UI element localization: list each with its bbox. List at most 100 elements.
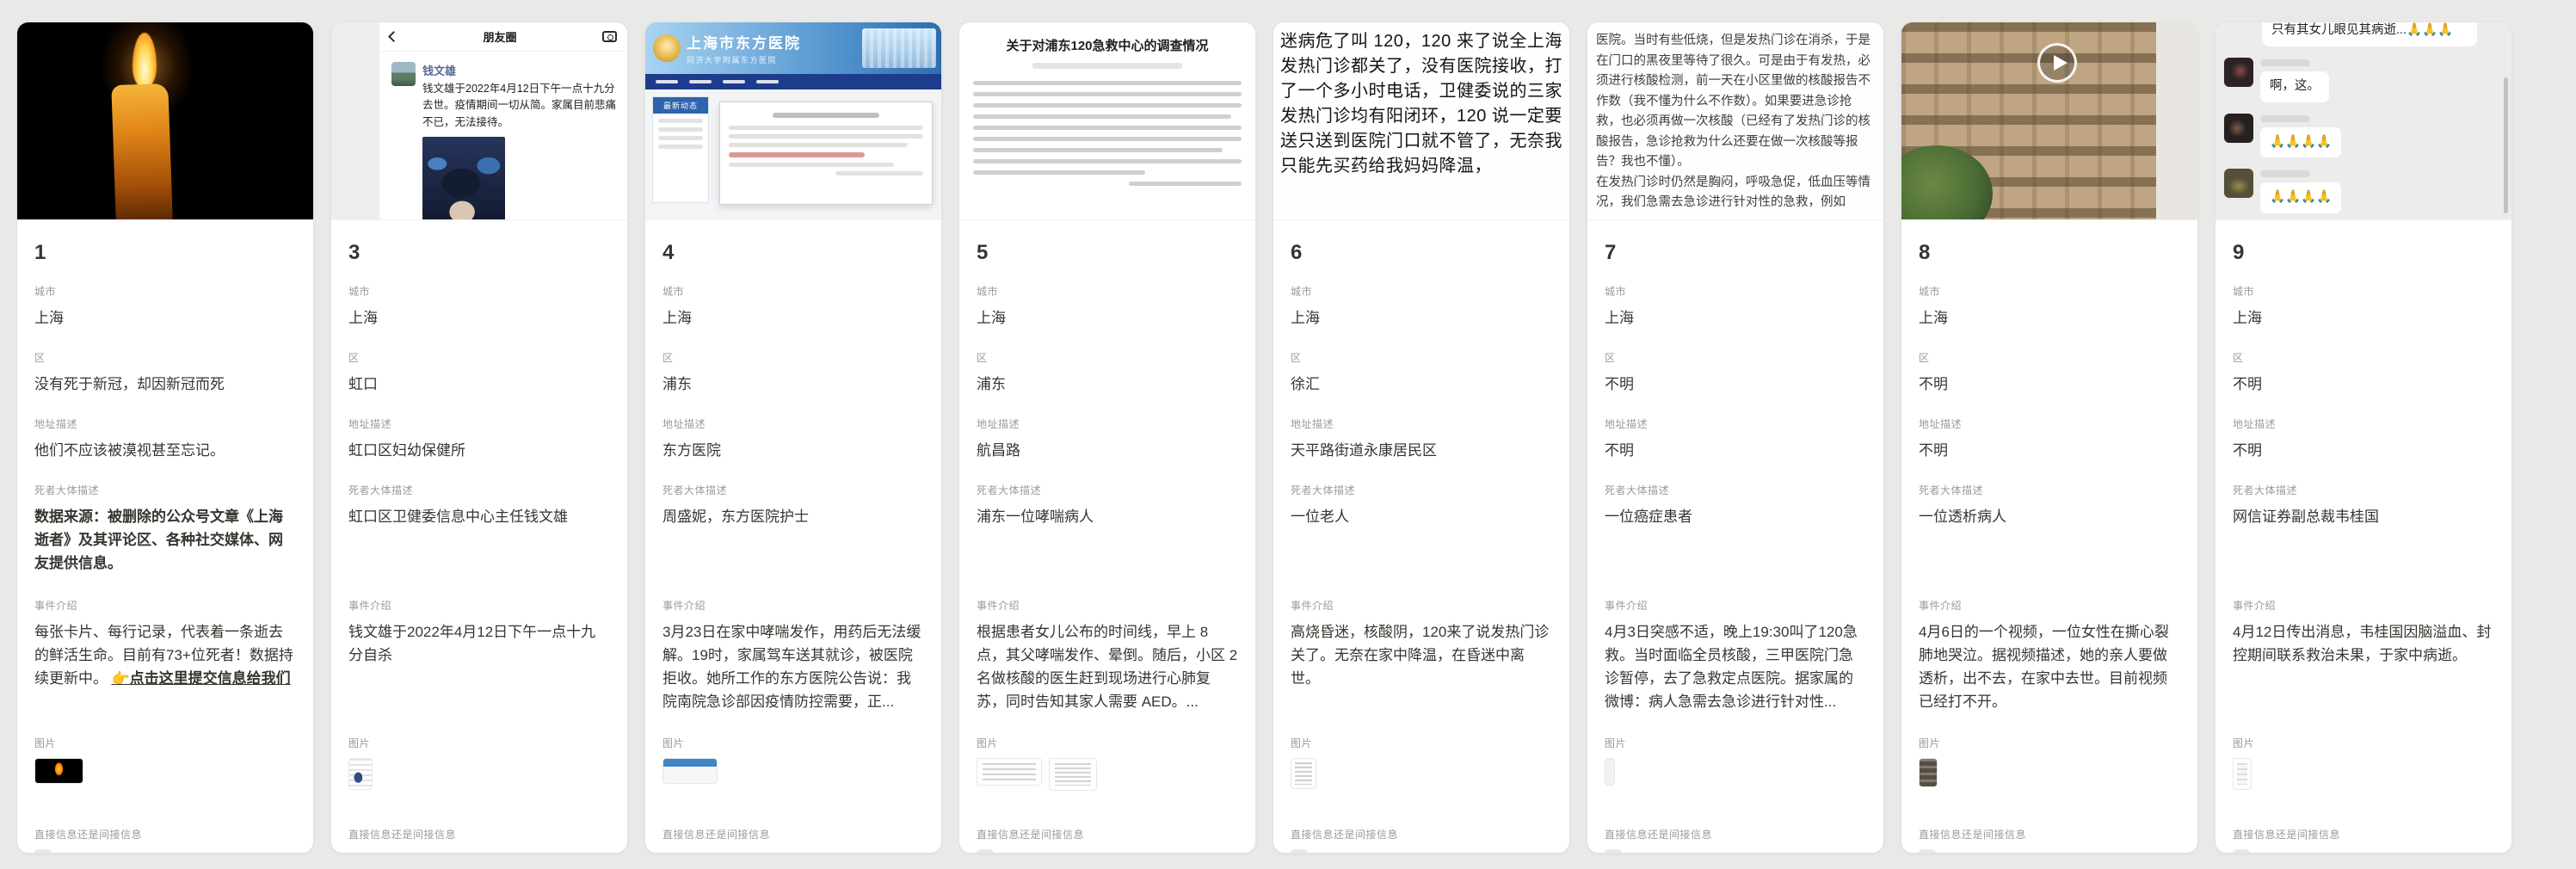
gallery-card[interactable]: 迷病危了叫 120，120 来了说全上海发热门诊都关了，没有医院接收，打了一个多… [1273,22,1570,854]
field-label-deceased: 死者大体描述 [1605,483,1866,497]
field-value-address: 他们不应该被漠视甚至忘记。 [34,439,296,462]
field-label-image: 图片 [2233,736,2494,750]
text-line [973,114,1231,119]
gallery-card[interactable]: 1 城市 上海 区 没有死于新冠，却因新冠而死 地址描述 他们不应该被漠视甚至忘… [16,22,314,854]
nav-item-placeholder [723,80,745,83]
avatar [2224,58,2253,87]
weibo-text-screenshot-cover: 医院。当时有些低烧，但是发热门诊在消杀，于是在门口的黑夜里等待了很久。可是由于有… [1587,22,1883,220]
chat-message: 啊，这。 [2260,71,2329,102]
submit-info-link[interactable]: 👉点击这里提交信息给我们 [111,667,290,690]
field-value-source: 网络信息 [348,849,610,854]
field-label-address: 地址描述 [977,416,1238,431]
image-thumbnail[interactable] [977,758,1042,786]
text-line [973,159,1242,163]
field-label-district: 区 [348,350,610,365]
field-label-address: 地址描述 [662,416,924,431]
image-thumbnail[interactable] [2233,758,2252,790]
field-label-source: 直接信息还是间接信息 [348,827,610,841]
document-meta-line [1032,63,1183,69]
text-line [835,171,923,176]
field-value-address: 不明 [1919,439,2180,462]
field-value-city: 上海 [1605,306,1866,330]
field-label-address: 地址描述 [1291,416,1552,431]
field-label-source: 直接信息还是间接信息 [1919,827,2180,841]
text-line [729,134,923,139]
card-number: 9 [2233,241,2494,265]
field-label-address: 地址描述 [348,416,610,431]
gallery-card[interactable]: 关于对浦东120急救中心的调查情况 5 城市 上海 区 浦东 地址描述 航昌路 … [958,22,1256,854]
field-value-address: 东方医院 [662,439,924,462]
text-line [729,163,894,167]
investigation-document-cover: 关于对浦东120急救中心的调查情况 [959,22,1255,220]
nav-item-placeholder [689,80,712,83]
card-number: 5 [977,241,1238,265]
field-label-address: 地址描述 [1919,416,2180,431]
field-label-event: 事件介绍 [662,598,924,613]
field-label-event: 事件介绍 [977,598,1238,613]
field-label-district: 区 [2233,350,2494,365]
image-thumbnail[interactable] [1049,758,1097,791]
wechat-post-photo [422,137,505,220]
notice-dialog [719,102,933,205]
field-value-address: 天平路街道永康居民区 [1291,439,1552,462]
card-body: 6 城市 上海 区 徐汇 地址描述 天平路街道永康居民区 死者大体描述 一位老人… [1273,220,1569,854]
field-value-deceased: 浦东一位哮喘病人 [977,505,1238,577]
wechat-screen: 朋友圈 钱文雄 钱文雄于2022年4月12日下午一点十九分去世。疫情期间一切从简… [379,22,627,219]
field-label-image: 图片 [662,736,924,750]
chat-row: 🙏🙏🙏🙏 [2224,114,2503,158]
image-thumbnail[interactable] [662,758,718,784]
gallery-card[interactable]: 朋友圈 钱文雄 钱文雄于2022年4月12日下午一点十九分去世。疫情期间一切从简… [330,22,628,854]
image-thumbnail[interactable] [1605,758,1615,786]
card-body: 5 城市 上海 区 浦东 地址描述 航昌路 死者大体描述 浦东一位哮喘病人 事件… [959,220,1255,854]
field-value-district: 不明 [1605,373,1866,396]
field-label-event: 事件介绍 [1291,598,1552,613]
gallery-card[interactable]: 上海市东方医院 同济大学附属东方医院 最新动态 [644,22,942,854]
field-label-address: 地址描述 [34,416,296,431]
card-number: 4 [662,241,924,265]
field-label-image: 图片 [1291,736,1552,750]
video-play-icon[interactable] [2037,43,2077,83]
scrollbar[interactable] [2504,77,2508,213]
field-label-city: 城市 [662,284,924,299]
field-value-city: 上海 [662,306,924,330]
field-label-district: 区 [977,350,1238,365]
field-label-image: 图片 [1605,736,1866,750]
field-label-image: 图片 [348,736,610,750]
field-label-district: 区 [1919,350,2180,365]
gallery-card[interactable]: 8 城市 上海 区 不明 地址描述 不明 死者大体描述 一位透析病人 事件介绍 … [1901,22,2198,854]
text-line [658,119,703,123]
screenshot-text: 迷病危了叫 120，120 来了说全上海发热门诊都关了，没有医院接收，打了一个多… [1280,29,1562,179]
field-label-city: 城市 [348,284,610,299]
gallery-card[interactable]: 医院。当时有些低烧，但是发热门诊在消杀，于是在门口的黑夜里等待了很久。可是由于有… [1587,22,1884,854]
text-line [973,170,1145,175]
field-label-event: 事件介绍 [34,598,296,613]
field-value-deceased: 虹口区卫健委信息中心主任钱文雄 [348,505,610,577]
chat-message: 🙏🙏🙏🙏 [2260,182,2341,213]
field-label-address: 地址描述 [1605,416,1866,431]
field-value-district: 浦东 [662,373,924,396]
field-value-city: 上海 [1291,306,1552,330]
image-thumbnail[interactable] [1291,758,1316,789]
image-thumbnail[interactable] [34,758,83,784]
field-label-source: 直接信息还是间接信息 [977,827,1238,841]
field-value-event: 钱文雄于2022年4月12日下午一点十九分自杀 [348,624,595,663]
field-label-event: 事件介绍 [348,598,610,613]
field-label-source: 直接信息还是间接信息 [662,827,924,841]
text-line [658,127,703,132]
field-label-deceased: 死者大体描述 [1291,483,1552,497]
field-label-image: 图片 [1919,736,2180,750]
wechat-post: 钱文雄 钱文雄于2022年4月12日下午一点十九分去世。疫情期间一切从简。家属目… [379,52,627,220]
field-value-deceased: 一位老人 [1291,505,1552,577]
image-thumbnail[interactable] [1919,758,1938,787]
source-empty-pill [34,849,52,854]
field-value-source: 网络信息 [662,849,924,854]
field-value-event: 根据患者女儿公布的时间线，早上 8 点，其父哮喘发作、晕倒。随后，小区 2 名做… [977,624,1237,710]
field-value-city: 上海 [348,306,610,330]
wechat-title: 朋友圈 [397,28,602,45]
field-value-district: 没有死于新冠，却因新冠而死 [34,373,296,396]
chat-message: 🙏🙏🙏🙏 [2260,127,2341,158]
text-line [973,126,1242,130]
image-thumbnail[interactable] [348,758,373,790]
gallery-card[interactable]: 只有其女儿眼见其病逝...🙏🙏🙏 啊，这。 🙏🙏🙏🙏 🙏🙏🙏🙏 9 [2215,22,2512,854]
hospital-menu-title: 最新动态 [653,97,708,114]
